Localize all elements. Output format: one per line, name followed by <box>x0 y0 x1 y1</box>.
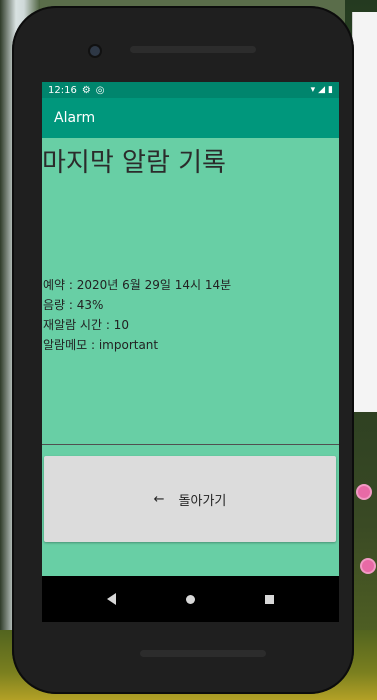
memo-text: 알람메모 : important <box>43 338 159 352</box>
snooze-text: 재알람 시간 : 10 <box>43 318 129 332</box>
nav-recents-icon[interactable] <box>265 594 274 604</box>
battery-icon: ▮ <box>328 85 333 95</box>
signal-icon: ◢ <box>318 85 326 95</box>
speaker-bottom <box>140 650 266 657</box>
main-content: 마지막 알람 기록 예약 : 2020년 6월 29일 14시 14분 음량 :… <box>42 138 339 558</box>
flower-decoration <box>358 486 370 498</box>
divider <box>42 444 339 445</box>
back-button[interactable]: ← 돌아가기 <box>44 456 336 542</box>
wifi-icon: ▾ <box>310 85 316 95</box>
phone-screen: 12:16 ⚙ ◎ ▾ ◢ ▮ Alarm 마지막 알람 기록 예약 : 202… <box>42 82 339 622</box>
camera-icon <box>90 46 100 56</box>
arrow-left-icon: ← <box>153 491 165 507</box>
back-button-label: 돌아가기 <box>178 493 227 509</box>
flower-decoration <box>362 560 374 572</box>
volume-text: 음량 : 43% <box>43 298 104 312</box>
status-bar: 12:16 ⚙ ◎ ▾ ◢ ▮ <box>42 82 339 98</box>
nav-back-icon[interactable] <box>107 593 116 605</box>
app-bar: Alarm <box>42 98 339 138</box>
status-time: 12:16 <box>48 84 77 96</box>
gear-icon: ⚙ <box>81 84 91 96</box>
background-window-edge <box>352 12 377 412</box>
app-title: Alarm <box>54 110 96 126</box>
page-title: 마지막 알람 기록 <box>42 148 226 178</box>
nav-home-icon[interactable] <box>186 594 195 604</box>
navigation-bar <box>42 576 339 622</box>
speaker-top <box>130 46 256 53</box>
sync-icon: ◎ <box>95 84 105 96</box>
reservation-text: 예약 : 2020년 6월 29일 14시 14분 <box>43 278 232 292</box>
